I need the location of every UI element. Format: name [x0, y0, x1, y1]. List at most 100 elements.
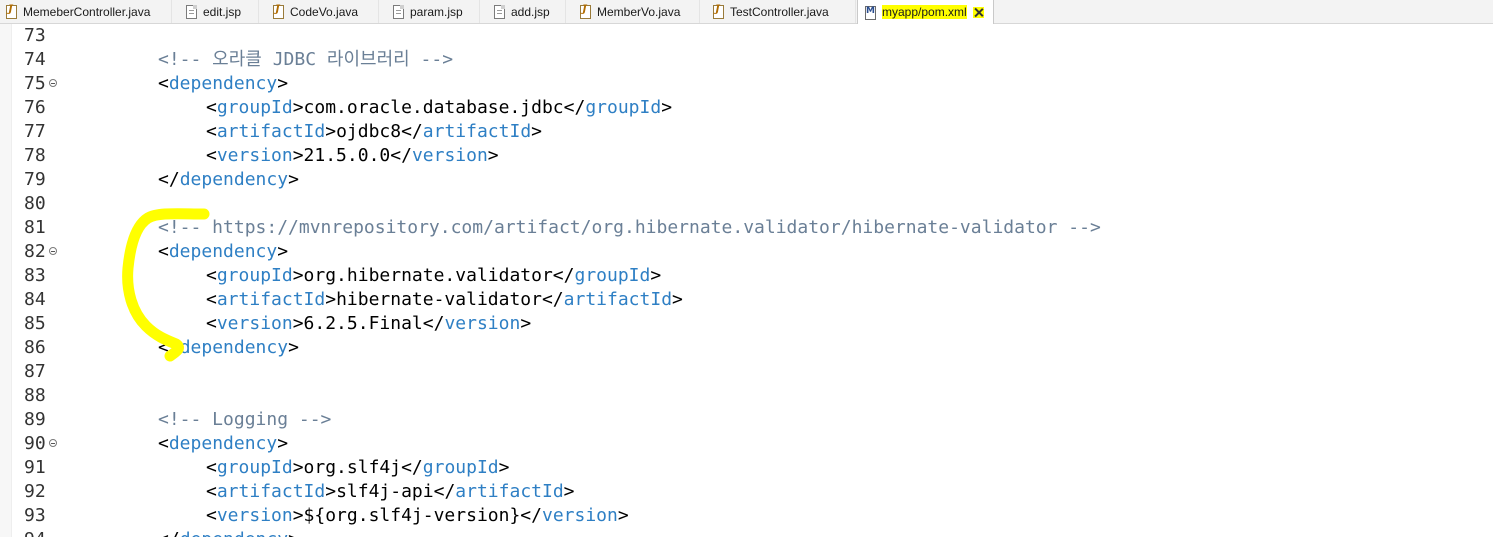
line-number: 78 [24, 145, 46, 166]
code-line[interactable]: 90 <dependency> [0, 432, 1493, 456]
tab-add-jsp[interactable]: add.jsp [480, 0, 566, 23]
code-content: <artifactId>hibernate-validator</artifac… [206, 288, 683, 312]
code-token-br: > [672, 289, 683, 310]
code-token-tag: dependency [168, 433, 278, 454]
tab-codevo[interactable]: J CodeVo.java [259, 0, 379, 23]
code-line[interactable]: 84 <artifactId>hibernate-validator</artif… [0, 288, 1493, 312]
code-content: <!-- 오라클 JDBC 라이브러리 --> [158, 48, 453, 72]
code-token-text: ojdbc8 [336, 121, 402, 142]
tab-param-jsp[interactable]: param.jsp [379, 0, 480, 23]
tab-label: param.jsp [410, 4, 463, 19]
code-line[interactable]: 74 <!-- 오라클 JDBC 라이브러리 --> [0, 48, 1493, 72]
jsp-file-icon [494, 5, 505, 19]
code-line[interactable]: 88 [0, 384, 1493, 408]
line-number: 86 [24, 337, 46, 358]
code-token-br: > [288, 169, 299, 190]
code-token-br: </ [422, 313, 445, 334]
code-line[interactable]: 80 [0, 192, 1493, 216]
code-token-br: > [487, 145, 499, 166]
code-token-br: > [277, 73, 289, 94]
code-content: </dependency> [158, 168, 299, 192]
tab-membervo[interactable]: J MemberVo.java [566, 0, 700, 23]
fold-collapse-icon[interactable] [49, 439, 57, 447]
code-token-tag: groupId [216, 97, 293, 118]
code-token-br: < [158, 433, 169, 454]
code-line[interactable]: 78 <version>21.5.0.0</version> [0, 144, 1493, 168]
code-token-tag: version [216, 505, 293, 526]
code-token-br: > [325, 121, 337, 142]
code-token-br: > [277, 433, 289, 454]
java-file-icon: J [273, 4, 284, 19]
java-file-icon: J [6, 4, 17, 19]
code-token-br: > [277, 241, 289, 262]
code-line[interactable]: 83 <groupId>org.hibernate.validator</grou… [0, 264, 1493, 288]
code-token-br: > [563, 481, 575, 502]
code-line[interactable]: 93 <version>${org.slf4j-version}</version… [0, 504, 1493, 528]
code-content: <groupId>com.oracle.database.jdbc</group… [206, 96, 672, 120]
tab-memeber-controller[interactable]: J MemeberController.java [0, 0, 172, 23]
code-line[interactable]: 75 <dependency> [0, 72, 1493, 96]
code-line[interactable]: 87 [0, 360, 1493, 384]
code-content: <groupId>org.slf4j</groupId> [206, 456, 509, 480]
close-icon[interactable] [972, 6, 984, 18]
code-editor[interactable]: 73 74 <!-- 오라클 JDBC 라이브러리 --> 75 <dependency… [0, 24, 1493, 537]
line-number: 94 [24, 528, 46, 537]
editor-tab-bar: J MemeberController.java edit.jsp J Code… [0, 0, 1493, 24]
code-token-br: </ [158, 337, 180, 358]
code-token-tag: artifactId [563, 289, 673, 310]
line-number: 84 [24, 289, 46, 310]
line-number: 73 [24, 25, 46, 46]
fold-collapse-icon[interactable] [49, 247, 57, 255]
code-content: <artifactId>slf4j-api</artifactId> [206, 480, 575, 504]
code-line[interactable]: 94 </dependency> [0, 528, 1493, 537]
jsp-file-icon [186, 5, 197, 19]
code-token-tag: dependency [168, 73, 278, 94]
tab-test-controller[interactable]: J TestController.java [700, 0, 856, 23]
code-content: <version>${org.slf4j-version}</version> [206, 504, 629, 528]
code-token-br: > [288, 337, 299, 358]
code-token-br: </ [390, 145, 412, 166]
code-token-tag: version [216, 145, 293, 166]
code-token-text: ${org.slf4j-version} [303, 505, 521, 526]
code-token-tag: dependency [179, 337, 289, 358]
code-line[interactable]: 91 <groupId>org.slf4j</groupId> [0, 456, 1493, 480]
code-token-tag: dependency [180, 529, 288, 537]
code-token-tag: groupId [216, 457, 293, 478]
maven-file-icon: M [865, 5, 876, 20]
code-line[interactable]: 79 </dependency> [0, 168, 1493, 192]
code-token-tag: artifactId [216, 481, 326, 502]
code-line[interactable]: 77 <artifactId>ojdbc8</artifactId> [0, 120, 1493, 144]
code-token-br: > [325, 481, 337, 502]
code-token-tag: dependency [168, 241, 278, 262]
line-number: 85 [24, 313, 46, 334]
code-token-br: < [206, 457, 217, 478]
code-content: <artifactId>ojdbc8</artifactId> [206, 120, 542, 144]
code-token-tag: version [444, 313, 521, 334]
code-line[interactable]: 85 <version>6.2.5.Final</version> [0, 312, 1493, 336]
tab-pom-xml[interactable]: M myapp/pom.xml [857, 0, 994, 24]
code-token-br: </ [158, 169, 180, 190]
code-token-tag: dependency [179, 169, 289, 190]
code-line[interactable]: 81 <!-- https://mvnrepository.com/artifac… [0, 216, 1493, 240]
code-content: <!-- Logging --> [158, 408, 331, 432]
code-token-br: < [158, 73, 169, 94]
code-line[interactable]: 86 </dependency> [0, 336, 1493, 360]
fold-collapse-icon[interactable] [49, 79, 57, 87]
line-number: 75 [24, 73, 46, 94]
code-token-br: < [206, 121, 217, 142]
tab-label: MemberVo.java [597, 4, 681, 19]
code-line[interactable]: 76 <groupId>com.oracle.database.jdbc</gro… [0, 96, 1493, 120]
code-token-tag: groupId [422, 457, 499, 478]
tab-edit-jsp[interactable]: edit.jsp [172, 0, 259, 23]
code-token-br: > [325, 289, 337, 310]
code-token-br: > [292, 313, 304, 334]
line-number: 89 [24, 409, 46, 430]
code-line[interactable]: 89 <!-- Logging --> [0, 408, 1493, 432]
code-line[interactable]: 92 <artifactId>slf4j-api</artifactId> [0, 480, 1493, 504]
code-token-tag: artifactId [216, 289, 326, 310]
tab-label: TestController.java [730, 4, 829, 19]
line-number: 74 [24, 49, 46, 70]
code-line[interactable]: 82 <dependency> [0, 240, 1493, 264]
code-content: <version>21.5.0.0</version> [206, 144, 499, 168]
code-line[interactable]: 73 [0, 24, 1493, 48]
